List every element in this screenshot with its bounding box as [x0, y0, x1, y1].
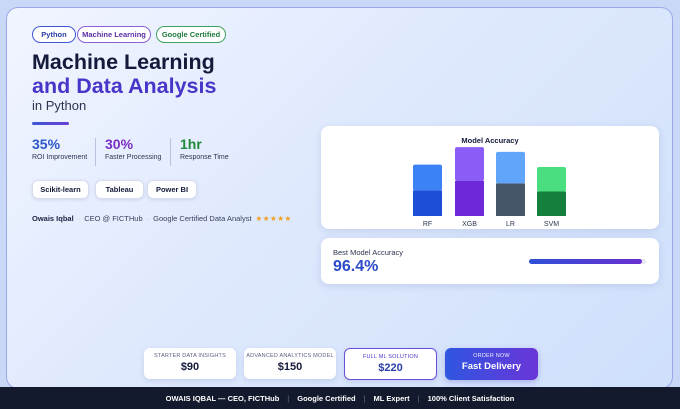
best-accuracy-value: 96.4% — [333, 258, 379, 275]
hero-title-line2: and Data Analysis — [32, 74, 217, 98]
pricing-value: $90 — [180, 361, 200, 373]
best-accuracy-label: Best Model Accuracy — [333, 248, 404, 257]
order-label: ORDER NOW — [473, 353, 510, 359]
metric-label: Faster Processing — [105, 154, 162, 161]
metric-label: Response Time — [180, 154, 229, 161]
tool-power-bi: Power BI — [147, 180, 197, 199]
bar-lr-upper — [496, 151, 525, 184]
footer-bar: OWAIS IQBAL — CEO, FICTHub | Google Cert… — [0, 387, 680, 409]
pricing-starter[interactable]: STARTER DATA INSIGHTS $90 — [144, 348, 236, 379]
footer-item: 100% Client Satisfaction — [427, 393, 515, 403]
metric-value: 35% — [32, 136, 61, 152]
pricing-label: FULL ML SOLUTION — [362, 354, 419, 360]
category-label-lr: LR — [506, 221, 515, 228]
tag-google-certified: Google Certified — [156, 26, 226, 43]
bar-lr-lower — [496, 183, 525, 216]
order-value: Fast Delivery — [461, 361, 522, 372]
footer-item: OWAIS IQBAL — CEO, FICTHub — [165, 393, 280, 403]
tool-tableau: Tableau — [95, 180, 144, 199]
bar-xgb-lower — [455, 181, 484, 216]
bar-svm-lower — [537, 191, 566, 216]
metric-processing: 30% Faster Processing — [105, 136, 161, 161]
author-byline: Owais Iqbal · CEO @ FICTHub · Google Cer… — [32, 214, 292, 223]
pricing-label: STARTER DATA INSIGHTS — [154, 353, 226, 359]
pricing-value: $220 — [378, 362, 403, 374]
pricing-advanced[interactable]: ADVANCED ANALYTICS MODEL $150 — [244, 348, 336, 379]
footer-item: Google Certified — [297, 393, 356, 403]
bar-rf-upper — [413, 164, 442, 191]
author-name: Owais Iqbal — [32, 214, 74, 223]
author-credential: Google Certified Data Analyst — [153, 214, 252, 223]
category-label-xgb: XGB — [462, 221, 477, 228]
author-role: CEO @ FICTHub — [84, 214, 143, 223]
tool-scikit-learn: Scikit-learn — [32, 180, 89, 199]
metric-divider — [170, 138, 171, 166]
model-accuracy-chart-card: RF XGB LR SVM Model Accuracy — [321, 126, 659, 229]
footer-item: ML Expert — [373, 393, 410, 403]
order-now-button[interactable]: ORDER NOW Fast Delivery — [445, 348, 538, 380]
model-accuracy-chart: RF XGB LR SVM Model Accuracy — [413, 136, 566, 228]
pricing-label: ADVANCED ANALYTICS MODEL — [246, 353, 334, 359]
metric-value: 1hr — [180, 136, 202, 152]
chart-title: Model Accuracy — [461, 136, 519, 145]
accuracy-progress-track — [529, 259, 646, 264]
bar-rf-lower — [413, 190, 442, 216]
byline-separator: · — [146, 214, 150, 223]
category-label-svm: SVM — [544, 221, 559, 228]
pricing-value: $150 — [277, 361, 303, 373]
metric-divider — [95, 138, 96, 166]
accuracy-progress-fill — [529, 259, 642, 264]
rating-stars-icon: ★★★★★ — [255, 214, 292, 223]
category-label-rf: RF — [423, 221, 432, 228]
footer-separator: | — [363, 393, 366, 403]
metric-response: 1hr Response Time — [180, 136, 229, 161]
banner-frame: Python Machine Learning Google Certified… — [6, 7, 673, 389]
bar-xgb-upper — [455, 147, 484, 181]
bar-svm-upper — [537, 167, 566, 192]
metric-label: ROI Improvement — [32, 154, 88, 161]
hero-subtitle: in Python — [32, 98, 87, 113]
tag-python: Python — [32, 26, 76, 43]
title-underline — [32, 122, 69, 125]
pricing-full[interactable]: FULL ML SOLUTION $220 — [344, 348, 437, 380]
best-accuracy-card: Best Model Accuracy 96.4% — [321, 238, 659, 284]
hero-title-line1: Machine Learning — [32, 50, 215, 74]
footer-separator: | — [287, 393, 290, 403]
byline-separator: · — [77, 214, 81, 223]
metric-roi: 35% ROI Improvement — [32, 136, 87, 161]
tag-machine-learning: Machine Learning — [77, 26, 151, 43]
footer-separator: | — [417, 393, 420, 403]
metric-value: 30% — [105, 136, 134, 152]
